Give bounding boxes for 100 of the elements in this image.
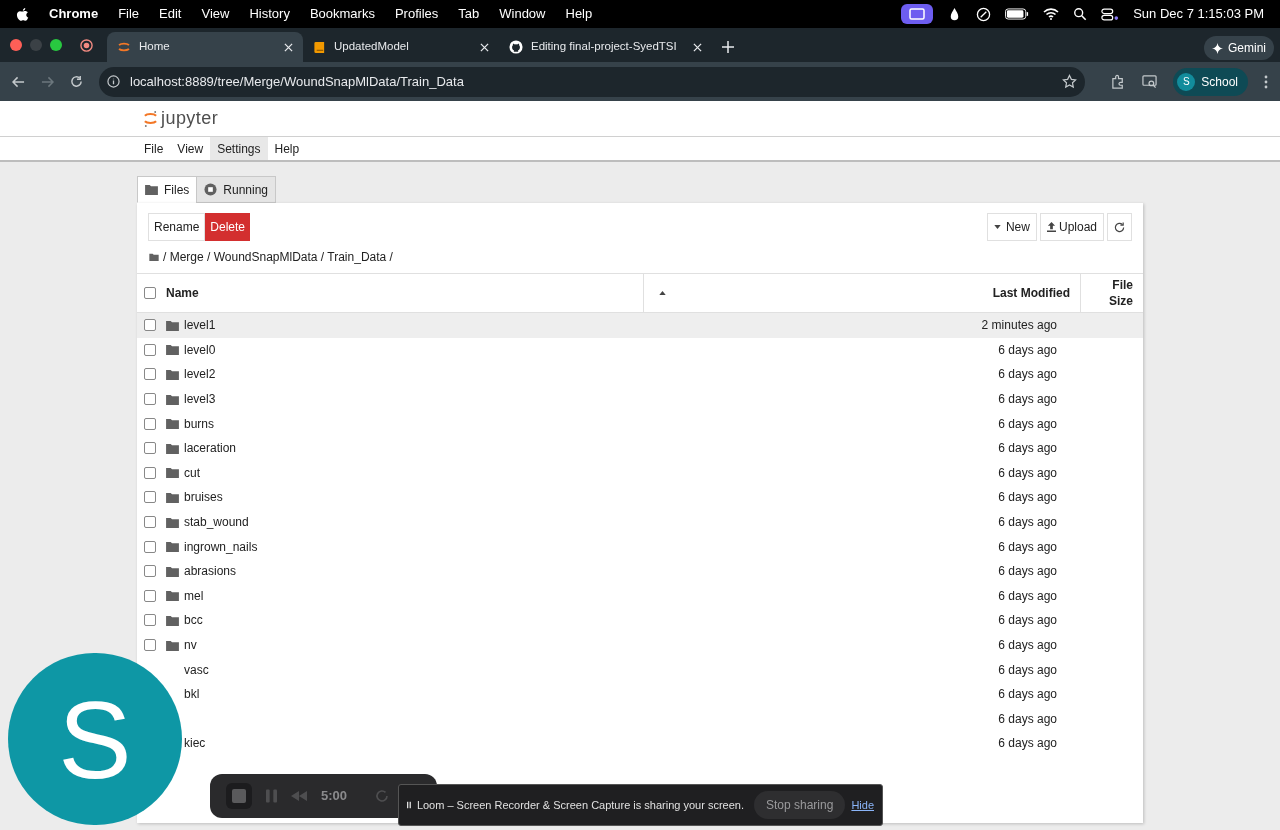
menu-item[interactable]: Profiles [394,4,439,24]
rename-button[interactable]: Rename [148,213,206,241]
folder-name[interactable]: stab_wound [184,513,249,532]
apple-logo-icon [16,6,29,22]
folder-name[interactable]: burns [184,414,215,433]
panel-tab[interactable]: Running [196,176,277,203]
checkbox[interactable] [144,287,156,299]
menu-item[interactable]: Help [565,4,593,24]
checkbox[interactable] [144,614,156,627]
file-row[interactable]: vasc 6 days ago [184,657,1143,682]
stop-button[interactable] [226,783,252,809]
checkbox[interactable] [144,442,156,455]
folder-icon [149,253,159,261]
file-row[interactable]: level2 6 days ago [184,362,1143,387]
file-row[interactable]: abrasions 6 days ago [184,558,1143,584]
reload-icon [70,75,83,88]
modified-time: 6 days ago [998,661,1058,679]
file-row[interactable]: mel 6 days ago [184,583,1143,609]
toolbar-button[interactable]: Upload [1039,213,1104,241]
more-icon [1264,74,1268,89]
toolbar-button[interactable]: New [986,213,1037,241]
folder-name[interactable]: cut [184,463,200,482]
book-icon [313,40,326,54]
address-field[interactable]: localhost:8889/tree/Merge/WoundSnapMlData/Train_Data [99,66,1086,97]
checkbox[interactable] [144,491,156,504]
file-row[interactable]: bkl 6 days ago [184,681,1143,707]
file-row[interactable]: stab_wound 6 days ago [184,509,1143,535]
checkbox[interactable] [144,565,156,578]
menu-item[interactable]: File [137,137,171,160]
checkbox[interactable] [144,319,156,332]
browser-tab[interactable]: Home [107,32,303,62]
folder-name[interactable]: nv [184,636,197,654]
file-row[interactable]: bruises 6 days ago [184,485,1143,510]
folder-icon [166,418,179,430]
profile-button[interactable]: S School [1173,67,1248,96]
folder-name[interactable]: ingrown_nails [184,537,258,556]
menu-item[interactable]: Settings [210,137,268,160]
folder-icon [166,442,179,454]
folder-name[interactable]: level3 [184,390,216,409]
folder-name[interactable]: bcc [184,611,203,630]
file-row[interactable]: nv 6 days ago [184,632,1143,658]
checkbox[interactable] [144,589,156,602]
menu-item[interactable]: File [118,4,140,24]
menu-item[interactable]: Window [499,4,546,24]
menu-item[interactable]: History [249,4,290,24]
delete-button[interactable]: Delete [205,213,251,241]
checkbox[interactable] [144,343,156,356]
refresh-button[interactable] [1107,213,1132,241]
breadcrumb-path[interactable]: / Merge / WoundSnapMlData / Train_Data / [163,248,393,266]
modified-time: 6 days ago [998,735,1058,753]
browser-tab[interactable]: UpdatedModel [303,32,499,62]
hide-link[interactable]: Hide [851,796,874,814]
menu-item[interactable]: Tab [458,4,480,24]
folder-name[interactable]: level1 [184,316,216,335]
file-row[interactable]: cut 6 days ago [184,460,1143,486]
file-row[interactable]: level0 6 days ago [184,337,1143,363]
file-row[interactable]: ingrown_nails 6 days ago [184,534,1143,559]
modified-time: 6 days ago [998,563,1058,581]
checkbox[interactable] [144,393,156,406]
column-header[interactable]: Name [166,284,199,302]
checkbox[interactable] [144,540,156,553]
browser-tab[interactable]: Editing final-project-SyedTSI [499,32,712,62]
checkbox[interactable] [144,417,156,430]
app-name[interactable]: Chrome [49,4,99,24]
file-row[interactable]: 6 days ago [184,706,1143,732]
folder-name[interactable]: abrasions [184,562,237,581]
column-header[interactable]: File Size [1093,277,1133,309]
menu-item[interactable]: View [170,137,211,160]
checkbox[interactable] [144,639,156,651]
menu-item[interactable]: Bookmarks [309,4,375,24]
folder-name[interactable]: bruises [184,488,223,507]
checkbox[interactable] [144,516,156,529]
panel-tab[interactable]: Files [137,176,198,203]
file-row[interactable]: level1 2 minutes ago [184,313,1143,338]
menu-item[interactable]: Edit [159,4,182,24]
file-row[interactable]: bcc 6 days ago [184,608,1143,633]
recording-timer: 5:00 [321,787,348,806]
stop-sharing-button[interactable]: Stop sharing [754,791,846,819]
folder-name[interactable]: laceration [184,439,237,458]
folder-name[interactable]: vasc [184,660,209,679]
checkbox[interactable] [144,368,156,381]
menu-item[interactable]: Help [267,137,307,160]
file-row[interactable]: level3 6 days ago [184,386,1143,412]
gemini-button[interactable]: Gemini [1204,36,1274,60]
folder-icon [145,184,158,195]
window-control[interactable] [10,39,22,51]
menu-item[interactable]: View [201,4,230,24]
folder-name[interactable]: kiec [184,734,206,753]
folder-name[interactable]: level0 [184,340,216,359]
file-row[interactable]: burns 6 days ago [184,411,1143,436]
pause-icon [407,800,411,810]
jupyter-logo[interactable]: jupyter [143,105,219,132]
folder-name[interactable]: mel [184,586,204,605]
window-control[interactable] [50,39,62,51]
file-row[interactable]: kiec 6 days ago [184,731,1143,756]
file-row[interactable]: laceration 6 days ago [184,435,1143,461]
checkbox[interactable] [144,466,156,479]
column-header[interactable]: Last Modified [992,284,1070,302]
folder-name[interactable]: bkl [184,685,200,704]
folder-name[interactable]: level2 [184,365,216,384]
